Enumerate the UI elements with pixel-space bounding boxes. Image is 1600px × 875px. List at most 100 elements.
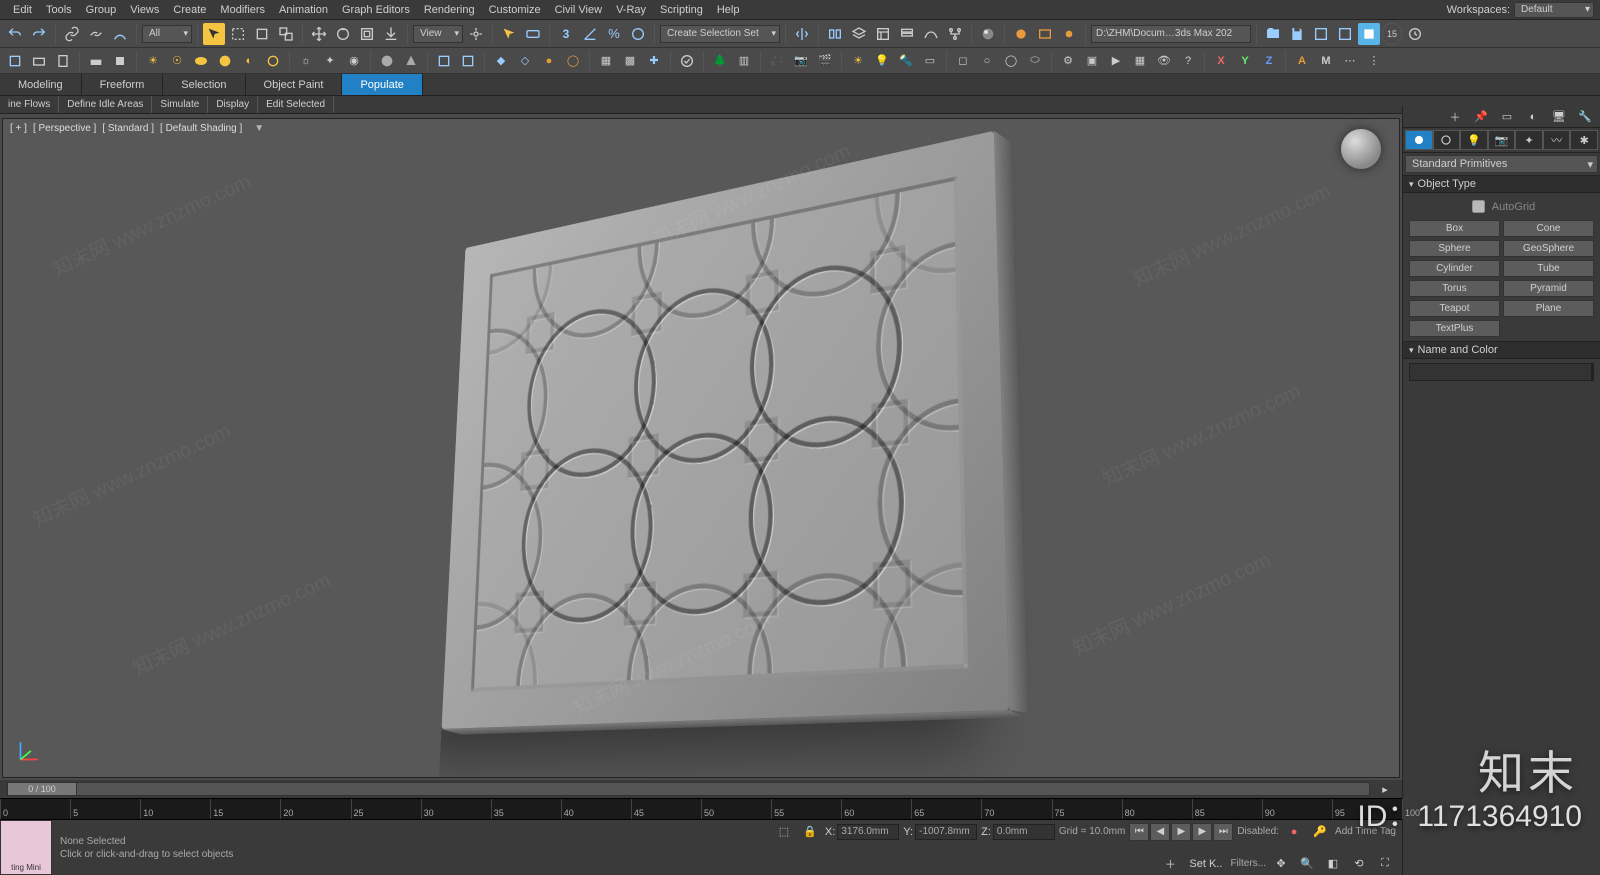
redo-icon[interactable] [28, 23, 50, 45]
geo-icon-1[interactable]: ◻ [952, 50, 974, 72]
light-icon-7[interactable]: ☼ [295, 50, 317, 72]
misc-icon-6[interactable]: ? [1177, 50, 1199, 72]
layers-icon[interactable] [848, 23, 870, 45]
goto-start-icon[interactable]: ⏮ [1129, 823, 1149, 841]
rollout-name-color[interactable]: Name and Color [1403, 341, 1600, 359]
menu-civil-view[interactable]: Civil View [548, 0, 609, 20]
tb2-x2[interactable] [457, 50, 479, 72]
add-time-tag[interactable]: Add Time Tag [1335, 826, 1396, 837]
mirror-icon[interactable] [791, 23, 813, 45]
select-object-icon[interactable] [203, 23, 225, 45]
cam-icon-1[interactable]: 🎥 [766, 50, 788, 72]
menu-views[interactable]: Views [123, 0, 166, 20]
snap-toggle-icon[interactable]: 3 [555, 23, 577, 45]
tree-icon[interactable]: 🌲 [709, 50, 731, 72]
misc-icon-3[interactable]: ▶ [1105, 50, 1127, 72]
area-icon[interactable]: ▭ [919, 50, 941, 72]
script-listener[interactable]: ting Mini [0, 820, 52, 875]
light-icon-3[interactable] [190, 50, 212, 72]
subtab-idle[interactable]: Define Idle Areas [59, 96, 152, 113]
prim-sphere[interactable]: Sphere [1409, 240, 1500, 257]
open-file-icon[interactable] [1262, 23, 1284, 45]
select-rect-icon[interactable] [227, 23, 249, 45]
letter-a-icon[interactable]: A [1291, 50, 1313, 72]
cp-pin-icon[interactable]: 📌 [1470, 106, 1492, 128]
prim-teapot[interactable]: Teapot [1409, 300, 1500, 317]
render-icon[interactable] [1058, 23, 1080, 45]
cp-tab-spacewarps-icon[interactable]: 〰 [1543, 130, 1571, 150]
unlink-icon[interactable] [85, 23, 107, 45]
spinner-snap-icon[interactable] [627, 23, 649, 45]
cp-display-icon[interactable]: 🖥 [1548, 106, 1570, 128]
vray-icon-a[interactable]: ◆ [490, 50, 512, 72]
light-icon-5[interactable]: ◐ [238, 50, 260, 72]
light-icon-4[interactable] [214, 50, 236, 72]
autobak-icon[interactable] [1358, 23, 1380, 45]
link-icon[interactable] [61, 23, 83, 45]
prim-textplus[interactable]: TextPlus [1409, 320, 1500, 337]
viewport-filter-icon[interactable]: ▼ [253, 123, 265, 134]
ribbon-tab-populate[interactable]: Populate [342, 74, 422, 95]
subtab-display[interactable]: Display [208, 96, 258, 113]
render-frame-icon[interactable] [1034, 23, 1056, 45]
geo-icon-4[interactable]: ⬭ [1024, 50, 1046, 72]
prim-tube[interactable]: Tube [1503, 260, 1594, 277]
slider-expand-icon[interactable]: ▸ [1374, 778, 1396, 800]
light-icon-9[interactable]: ◉ [343, 50, 365, 72]
prim-torus[interactable]: Torus [1409, 280, 1500, 297]
key-plus-icon[interactable]: ＋ [1159, 853, 1181, 875]
menu-rendering[interactable]: Rendering [417, 0, 482, 20]
toggle-scene-explorer-icon[interactable] [872, 23, 894, 45]
coord-z-input[interactable] [993, 824, 1055, 840]
menu-edit[interactable]: Edit [6, 0, 39, 20]
coord-y-input[interactable] [915, 824, 977, 840]
pivot-icon[interactable] [465, 23, 487, 45]
bind-icon[interactable] [109, 23, 131, 45]
next-frame-icon[interactable]: ▶ [1192, 823, 1212, 841]
light-icon-6[interactable] [262, 50, 284, 72]
schematic-view-icon[interactable] [944, 23, 966, 45]
nav-fov-icon[interactable]: ◧ [1322, 853, 1344, 875]
set-key-button[interactable]: Set K.. [1185, 858, 1226, 870]
clock-icon[interactable] [1404, 23, 1426, 45]
ref-icon[interactable] [1334, 23, 1356, 45]
color-swatch[interactable] [1592, 363, 1594, 381]
ribbon-tab-selection[interactable]: Selection [163, 74, 245, 95]
vray-icon-e[interactable]: ▦ [595, 50, 617, 72]
cp-tab-lights-icon[interactable]: 💡 [1460, 130, 1488, 150]
material-editor-icon[interactable] [977, 23, 999, 45]
menu-animation[interactable]: Animation [272, 0, 335, 20]
prim-cylinder[interactable]: Cylinder [1409, 260, 1500, 277]
prim-box[interactable]: Box [1409, 220, 1500, 237]
misc-icon-5[interactable]: 👁 [1153, 50, 1175, 72]
selection-filter-dropdown[interactable]: All [142, 25, 192, 43]
cp-tab-systems-icon[interactable]: ✱ [1570, 130, 1598, 150]
misc-icon-1[interactable]: ⚙ [1057, 50, 1079, 72]
coord-x-input[interactable] [837, 824, 899, 840]
place-icon[interactable] [380, 23, 402, 45]
menu-modifiers[interactable]: Modifiers [213, 0, 272, 20]
misc-icon-4[interactable]: ▦ [1129, 50, 1151, 72]
percent-snap-icon[interactable]: % [603, 23, 625, 45]
nav-zoom-icon[interactable]: 🔍 [1296, 853, 1318, 875]
ribbon-tab-freeform[interactable]: Freeform [82, 74, 164, 95]
isolate-icon[interactable]: ⬚ [773, 821, 795, 843]
viewport-label[interactable]: [ + ] [ Perspective ] [ Standard ] [ Def… [9, 123, 265, 134]
prim-cone[interactable]: Cone [1503, 220, 1594, 237]
tb2-icon-1[interactable] [4, 50, 26, 72]
chaos-icon[interactable] [676, 50, 698, 72]
toggle-ribbon-icon[interactable] [896, 23, 918, 45]
nav-orbit-icon[interactable]: ⟲ [1348, 853, 1370, 875]
geo-icon-3[interactable]: ◯ [1000, 50, 1022, 72]
axis-z-icon[interactable]: Z [1258, 50, 1280, 72]
sun-icon[interactable]: ☀ [847, 50, 869, 72]
tb2-x1[interactable] [433, 50, 455, 72]
autokey-icon[interactable]: ● [1283, 821, 1305, 843]
viewport[interactable]: [ + ] [ Perspective ] [ Standard ] [ Def… [2, 118, 1400, 778]
subtab-simulate[interactable]: Simulate [152, 96, 208, 113]
key-filters[interactable]: Filters... [1230, 858, 1266, 869]
sphere-icon[interactable] [376, 50, 398, 72]
cp-add-icon[interactable]: ＋ [1444, 106, 1466, 128]
bulb-icon[interactable]: 💡 [871, 50, 893, 72]
tb2-icon-5[interactable] [109, 50, 131, 72]
